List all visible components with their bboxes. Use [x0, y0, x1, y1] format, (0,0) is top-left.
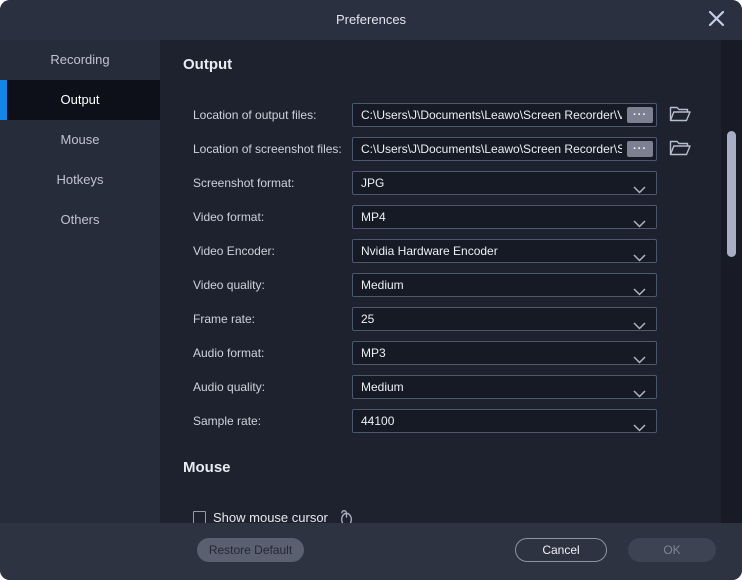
- field-label: Frame rate:: [193, 307, 255, 331]
- video-quality-row: Video quality: Medium: [160, 273, 721, 297]
- video-encoder-select[interactable]: Nvidia Hardware Encoder: [352, 239, 657, 263]
- selected-value: JPG: [361, 172, 630, 194]
- open-screenshot-folder-button[interactable]: [668, 139, 692, 159]
- video-format-row: Video format: MP4: [160, 205, 721, 229]
- ok-button[interactable]: OK: [628, 538, 716, 562]
- frame-rate-row: Frame rate: 25: [160, 307, 721, 331]
- settings-panel: Output Location of output files: C:\User…: [160, 40, 721, 523]
- chevron-down-icon: [633, 385, 646, 403]
- sidebar: Recording Output Mouse Hotkeys Others: [0, 40, 160, 523]
- open-output-folder-button[interactable]: [668, 105, 692, 125]
- audio-format-row: Audio format: MP3: [160, 341, 721, 365]
- selected-value: Medium: [361, 274, 630, 296]
- sidebar-item-output[interactable]: Output: [0, 80, 160, 120]
- screenshot-location-value: C:\Users\J\Documents\Leawo\Screen Record…: [361, 138, 622, 160]
- scrollbar-thumb[interactable]: [727, 131, 736, 257]
- sidebar-item-label: Output: [60, 92, 99, 107]
- close-button[interactable]: [704, 8, 728, 32]
- field-label: Location of output files:: [193, 103, 316, 127]
- sidebar-item-label: Recording: [50, 52, 109, 67]
- checkbox-label: Show mouse cursor: [213, 510, 328, 524]
- field-label: Video format:: [193, 205, 264, 229]
- screenshot-format-row: Screenshot format: JPG: [160, 171, 721, 195]
- sidebar-item-recording[interactable]: Recording: [0, 40, 160, 80]
- output-location-value: C:\Users\J\Documents\Leawo\Screen Record…: [361, 104, 622, 126]
- restore-default-button[interactable]: Restore Default: [197, 538, 304, 562]
- mouse-cursor-icon: [336, 506, 355, 523]
- audio-format-select[interactable]: MP3: [352, 341, 657, 365]
- folder-icon: [669, 145, 691, 160]
- sample-rate-row: Sample rate: 44100: [160, 409, 721, 433]
- video-format-select[interactable]: MP4: [352, 205, 657, 229]
- field-label: Sample rate:: [193, 409, 261, 433]
- field-label: Video quality:: [193, 273, 265, 297]
- browse-more-button[interactable]: ···: [627, 107, 653, 123]
- folder-icon: [669, 111, 691, 126]
- screenshot-location-input[interactable]: C:\Users\J\Documents\Leawo\Screen Record…: [352, 137, 657, 161]
- footer-bar: Restore Default Cancel OK: [0, 523, 742, 580]
- sidebar-item-others[interactable]: Others: [0, 200, 160, 240]
- field-label: Video Encoder:: [193, 239, 275, 263]
- chevron-down-icon: [633, 317, 646, 335]
- sidebar-item-label: Others: [60, 212, 99, 227]
- cancel-button[interactable]: Cancel: [515, 538, 607, 562]
- chevron-down-icon: [633, 283, 646, 301]
- preferences-window: Preferences Recording Output Mouse Hotke…: [0, 0, 742, 580]
- field-label: Audio format:: [193, 341, 264, 365]
- chevron-down-icon: [633, 249, 646, 267]
- field-label: Location of screenshot files:: [193, 137, 342, 161]
- video-encoder-row: Video Encoder: Nvidia Hardware Encoder: [160, 239, 721, 263]
- sidebar-item-label: Hotkeys: [57, 172, 104, 187]
- mouse-section-heading: Mouse: [183, 459, 231, 476]
- audio-quality-row: Audio quality: Medium: [160, 375, 721, 399]
- selected-value: MP3: [361, 342, 630, 364]
- show-mouse-cursor-row: Show mouse cursor: [193, 506, 355, 523]
- title-bar: Preferences: [0, 0, 742, 40]
- selected-value: Nvidia Hardware Encoder: [361, 240, 630, 262]
- browse-more-button[interactable]: ···: [627, 141, 653, 157]
- close-icon: [708, 10, 725, 30]
- window-title: Preferences: [0, 0, 742, 40]
- chevron-down-icon: [633, 351, 646, 369]
- video-quality-select[interactable]: Medium: [352, 273, 657, 297]
- show-mouse-cursor-checkbox[interactable]: [193, 511, 206, 524]
- output-section-heading: Output: [183, 56, 232, 73]
- chevron-down-icon: [633, 181, 646, 199]
- sidebar-item-mouse[interactable]: Mouse: [0, 120, 160, 160]
- audio-quality-select[interactable]: Medium: [352, 375, 657, 399]
- sidebar-item-hotkeys[interactable]: Hotkeys: [0, 160, 160, 200]
- field-label: Audio quality:: [193, 375, 265, 399]
- screenshot-format-select[interactable]: JPG: [352, 171, 657, 195]
- selected-value: 25: [361, 308, 630, 330]
- scrollbar-track[interactable]: [721, 40, 742, 523]
- frame-rate-select[interactable]: 25: [352, 307, 657, 331]
- sample-rate-select[interactable]: 44100: [352, 409, 657, 433]
- selected-value: MP4: [361, 206, 630, 228]
- selected-value: Medium: [361, 376, 630, 398]
- sidebar-item-label: Mouse: [60, 132, 99, 147]
- output-location-row: Location of output files: C:\Users\J\Doc…: [160, 103, 721, 127]
- output-location-input[interactable]: C:\Users\J\Documents\Leawo\Screen Record…: [352, 103, 657, 127]
- chevron-down-icon: [633, 215, 646, 233]
- chevron-down-icon: [633, 419, 646, 437]
- field-label: Screenshot format:: [193, 171, 294, 195]
- screenshot-location-row: Location of screenshot files: C:\Users\J…: [160, 137, 721, 161]
- selected-value: 44100: [361, 410, 630, 432]
